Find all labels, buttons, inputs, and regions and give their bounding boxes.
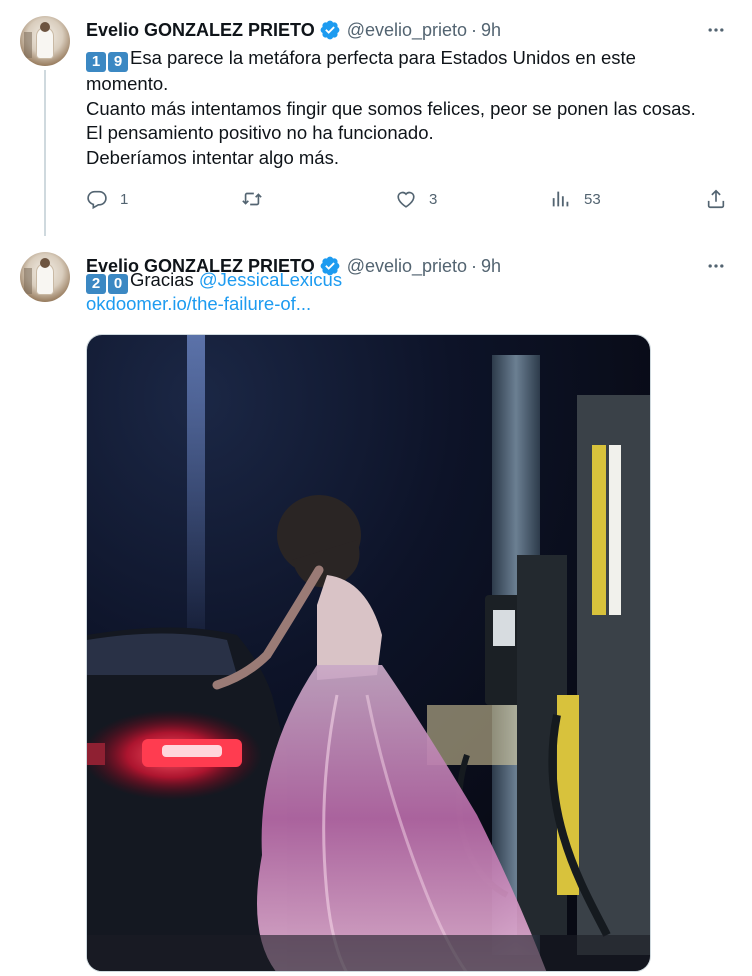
keycap-emoji: 0 <box>108 274 128 294</box>
reply-button[interactable]: 1 <box>86 184 128 214</box>
keycap-emoji: 1 <box>86 52 106 72</box>
tweet-text-segment: Esa parece la metáfora perfecta para Est… <box>130 47 636 68</box>
verified-badge-icon <box>319 19 341 41</box>
tweet-text-line: Cuanto más intentamos fingir que somos f… <box>86 97 696 119</box>
avatar[interactable] <box>20 252 70 302</box>
mention-link[interactable]: @JessicaLexicus <box>199 269 342 290</box>
share-button[interactable] <box>705 184 727 214</box>
author-handle[interactable]: @evelio_prieto <box>347 20 467 41</box>
author-name[interactable]: Evelio GONZALEZ PRIETO <box>86 20 315 41</box>
keycap-emoji: 9 <box>108 52 128 72</box>
avatar[interactable] <box>20 16 70 66</box>
reply-icon <box>87 190 107 210</box>
views-icon <box>552 191 569 207</box>
views-count: 53 <box>584 190 601 208</box>
tweet-text-line: 1 9 Esa parece la metáfora perfecta para E… <box>86 46 736 72</box>
tweet-text-line: Deberíamos intentar algo más. <box>86 146 339 168</box>
tweet-text: 2 0 Gracias @JessicaLexicus <box>86 268 736 294</box>
views-button[interactable]: 53 <box>550 184 601 214</box>
tweet-1[interactable]: Evelio GONZALEZ PRIETO @evelio_prieto · … <box>0 0 752 236</box>
reply-count: 1 <box>120 190 129 208</box>
share-icon <box>707 189 725 209</box>
retweet-button[interactable] <box>241 184 275 214</box>
tweet-text: 1 9 Esa parece la metáfora perfecta para E… <box>86 46 736 170</box>
like-button[interactable]: 3 <box>395 184 437 214</box>
tweet-image[interactable] <box>86 334 651 972</box>
like-count: 3 <box>429 190 438 208</box>
like-icon <box>397 191 415 208</box>
keycap-emoji: 2 <box>86 274 106 294</box>
timestamp[interactable]: 9h <box>481 20 501 41</box>
more-options-icon[interactable] <box>704 18 728 42</box>
photo-woman-wedding-dress-gas-station <box>87 335 650 971</box>
tweet-header: Evelio GONZALEZ PRIETO @evelio_prieto · … <box>86 16 501 44</box>
tweet-text-line: El pensamiento positivo no ha funcionado… <box>86 122 434 144</box>
tweet-2[interactable]: Evelio GONZALEZ PRIETO @evelio_prieto · … <box>0 236 752 976</box>
external-link[interactable]: okdoomer.io/the-failure-of... <box>86 292 311 317</box>
tweet-text-segment: Gracias <box>130 269 199 290</box>
retweet-icon <box>242 192 262 206</box>
tweet-text-line: momento. <box>86 73 169 94</box>
separator-dot: · <box>471 19 478 40</box>
tweet-actions: 1 3 53 <box>86 184 731 214</box>
